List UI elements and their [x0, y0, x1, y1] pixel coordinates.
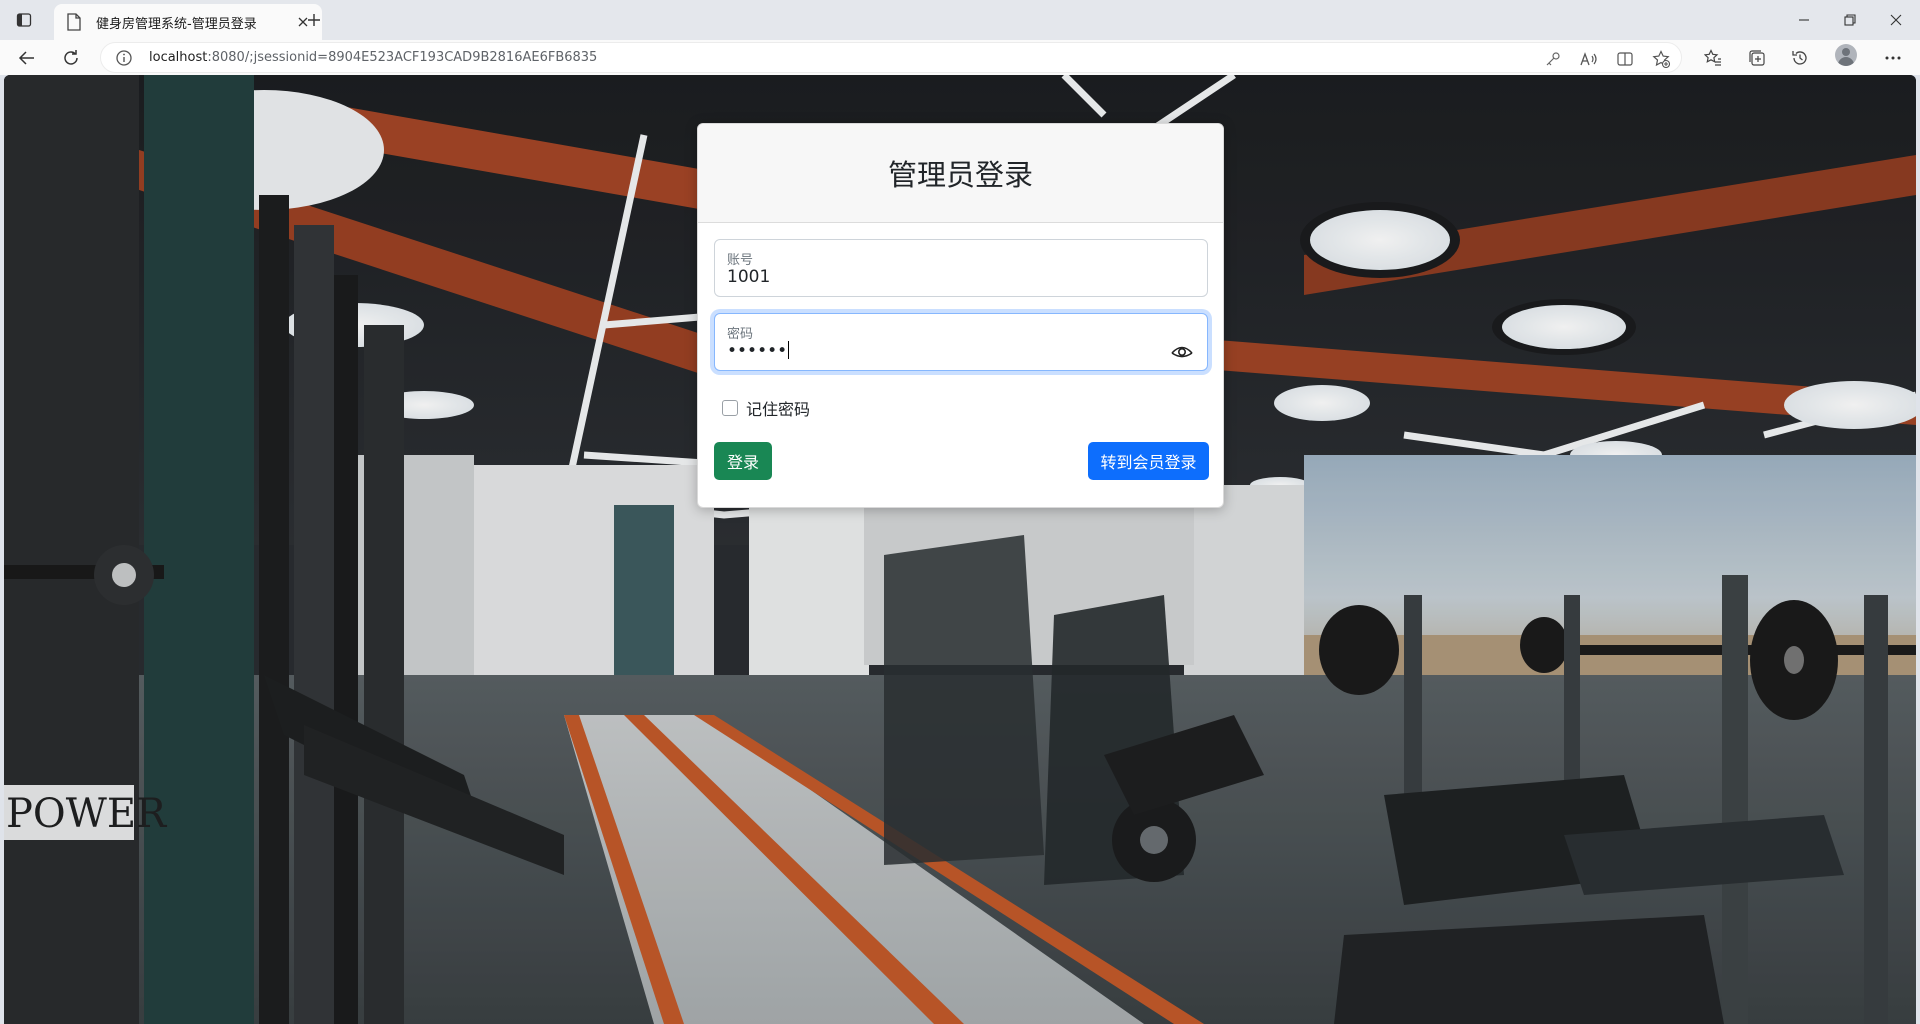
history-icon[interactable] [1787, 45, 1813, 71]
minimize-icon[interactable] [1788, 6, 1820, 34]
member-login-button[interactable]: 转到会员登录 [1088, 442, 1209, 480]
account-label: 账号 [727, 253, 754, 268]
profile-icon[interactable] [1835, 44, 1857, 66]
password-input[interactable]: •••••• [727, 341, 1157, 361]
plus-icon[interactable] [300, 8, 328, 32]
eye-icon[interactable] [1171, 342, 1193, 360]
more-icon[interactable] [1880, 45, 1906, 71]
account-input[interactable]: 1001 [727, 267, 1157, 287]
tab-bar: 健身房管理系统-管理员登录 [0, 0, 1920, 40]
page-icon [67, 13, 81, 31]
password-label: 密码 [727, 327, 754, 342]
info-icon[interactable] [115, 49, 133, 67]
url-text[interactable]: localhost:8080/;jsessionid=8904E523ACF19… [149, 50, 597, 65]
remember-label: 记住密码 [746, 400, 811, 419]
restore-icon[interactable] [1834, 6, 1866, 34]
favorites-icon[interactable] [1700, 45, 1726, 71]
remember-checkbox[interactable] [722, 400, 738, 416]
browser-toolbar: localhost:8080/;jsessionid=8904E523ACF19… [0, 40, 1920, 75]
account-field[interactable]: 账号 1001 [714, 239, 1208, 297]
login-card: 管理员登录 账号 1001 密码 •••••• 记住密码 登录 转到会员登录 [697, 123, 1224, 508]
tab-strip-icon[interactable] [10, 8, 38, 32]
read-aloud-icon[interactable] [1579, 49, 1599, 69]
browser-tab[interactable]: 健身房管理系统-管理员登录 [54, 4, 322, 40]
remember-password-option[interactable]: 记住密码 [714, 396, 810, 420]
key-icon[interactable] [1543, 49, 1563, 69]
password-field[interactable]: 密码 •••••• [714, 313, 1208, 371]
page-title: 管理员登录 [887, 158, 1033, 192]
address-bar[interactable]: localhost:8080/;jsessionid=8904E523ACF19… [100, 42, 1682, 73]
favorite-add-icon[interactable] [1651, 49, 1671, 69]
collections-icon[interactable] [1744, 45, 1770, 71]
card-header: 管理员登录 [698, 124, 1223, 223]
refresh-icon[interactable] [56, 43, 86, 73]
login-button[interactable]: 登录 [714, 442, 772, 480]
close-window-icon[interactable] [1880, 6, 1912, 34]
back-icon[interactable] [12, 43, 42, 73]
page-viewport: POWER 管理员登录 账号 1001 密码 •••••• 记住密码 登录 转到… [4, 75, 1916, 1024]
split-screen-icon[interactable] [1615, 49, 1635, 69]
tab-title: 健身房管理系统-管理员登录 [96, 16, 257, 32]
